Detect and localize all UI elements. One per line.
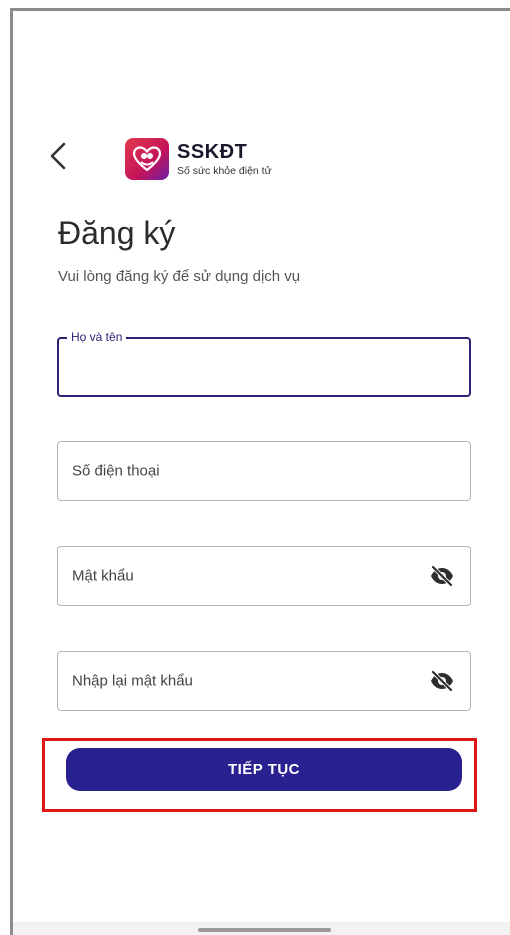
full-name-label: Họ và tên <box>67 330 127 344</box>
continue-button[interactable]: TIẾP TỤC <box>66 748 462 791</box>
back-button[interactable] <box>40 138 76 174</box>
brand-subtitle: Số sức khỏe điện tử <box>177 164 272 177</box>
phone-field[interactable]: Số điện thoại <box>57 441 471 501</box>
brand: SSKĐT Số sức khỏe điện tử <box>177 142 272 177</box>
page-title: Đăng ký <box>58 215 176 251</box>
page-subtitle: Vui lòng đăng ký để sử dụng dịch vụ <box>58 268 301 285</box>
window-frame-top <box>10 8 510 11</box>
confirm-password-field[interactable]: Nhập lại mật khẩu <box>57 651 471 711</box>
password-placeholder: Mật khẩu <box>72 567 134 585</box>
password-field[interactable]: Mật khẩu <box>57 546 471 606</box>
full-name-field[interactable]: Họ và tên <box>57 330 471 397</box>
phone-placeholder: Số điện thoại <box>72 462 160 480</box>
home-indicator[interactable] <box>198 928 331 932</box>
eye-off-icon[interactable] <box>428 669 456 693</box>
chevron-left-icon <box>50 142 66 170</box>
eye-off-icon[interactable] <box>428 564 456 588</box>
heart-hands-logo-icon <box>125 138 169 180</box>
brand-name: SSKĐT <box>177 140 248 163</box>
app-logo: SSKĐT Số sức khỏe điện tử <box>125 138 272 180</box>
window-frame-left <box>10 8 13 935</box>
confirm-password-placeholder: Nhập lại mật khẩu <box>72 672 193 690</box>
